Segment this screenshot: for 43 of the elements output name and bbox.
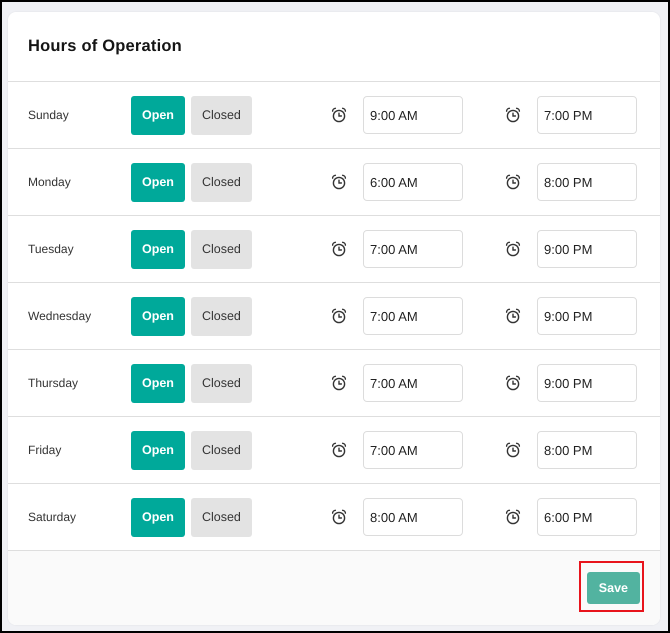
status-toggle-button[interactable]: Closed [190,230,252,268]
open-time-field[interactable]: 7:00 AM [363,431,463,469]
open-time-field[interactable]: 9:00 AM [363,96,463,134]
day-label: Tuesday [28,242,75,256]
day-label: Sunday [28,108,70,122]
open-time-field[interactable]: 6:00 AM [363,163,463,201]
alarm-clock-icon [505,442,521,458]
alarm-clock-icon [505,241,521,257]
day-label: Thursday [28,376,80,390]
close-time-field[interactable]: 9:00 PM [537,230,637,268]
close-time-field[interactable]: 7:00 PM [537,96,637,134]
alarm-clock-icon [331,107,347,123]
day-label: Saturday [28,510,78,524]
close-time-field[interactable]: 9:00 PM [537,364,637,402]
alarm-clock-icon [331,308,347,324]
status-toggle-button[interactable]: Closed [190,430,252,470]
status-toggle-button[interactable]: Closed [190,498,252,536]
status-toggle-button[interactable]: Closed [190,364,252,402]
card-title: Hours of Operation [28,37,182,56]
open-time-field[interactable]: 7:00 AM [363,364,463,402]
open-time-field[interactable]: 7:00 AM [363,230,463,268]
alarm-clock-icon [505,375,521,391]
status-toggle-button[interactable]: Closed [190,296,252,336]
alarm-clock-icon [505,174,521,190]
alarm-clock-icon [331,442,347,458]
alarm-clock-icon [505,509,521,525]
alarm-clock-icon [331,241,347,257]
day-label: Monday [28,175,72,189]
close-time-field[interactable]: 8:00 PM [537,431,637,469]
alarm-clock-icon [331,509,347,525]
alarm-clock-icon [331,174,347,190]
status-toggle-button[interactable]: Closed [190,96,252,134]
day-label: Wednesday [28,309,92,323]
open-time-field[interactable]: 8:00 AM [363,498,463,536]
close-time-field[interactable]: 9:00 PM [537,297,637,335]
alarm-clock-icon [505,107,521,123]
alarm-clock-icon [331,375,347,391]
open-time-field[interactable]: 7:00 AM [363,297,463,335]
day-label: Friday [28,443,62,457]
close-time-field[interactable]: 6:00 PM [537,498,637,536]
status-toggle-button[interactable]: Closed [190,162,252,202]
alarm-clock-icon [505,308,521,324]
close-time-field[interactable]: 8:00 PM [537,163,637,201]
